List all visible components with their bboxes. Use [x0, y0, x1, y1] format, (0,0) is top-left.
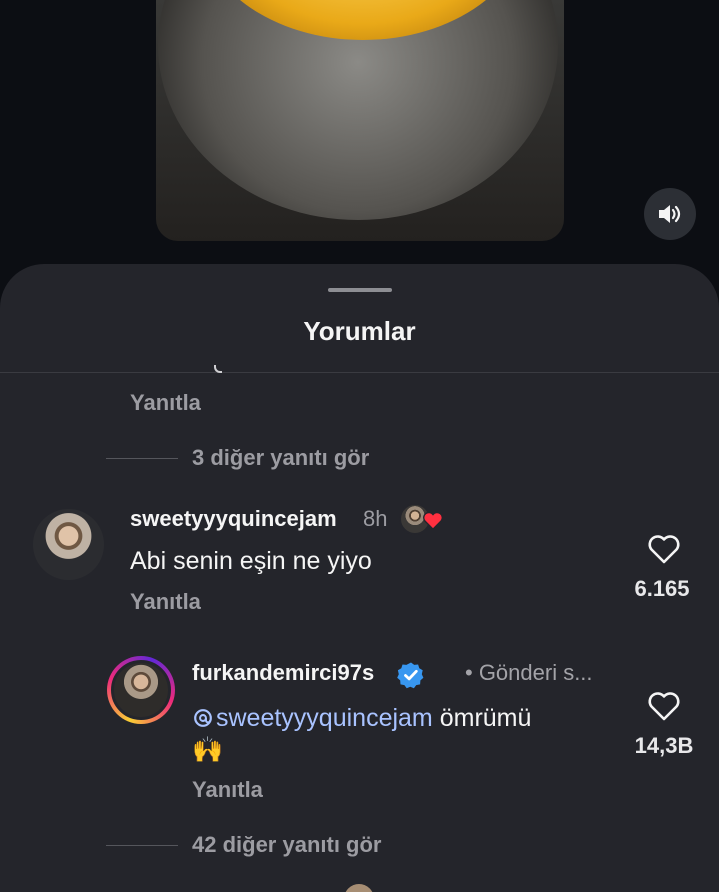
comment-text-rest: ömrümü [432, 704, 532, 732]
mention-username: sweetyyyquincejam [216, 704, 433, 732]
speaker-on-icon [659, 205, 681, 223]
like-count: 14,3B [634, 733, 694, 758]
avatar [111, 660, 171, 720]
post-author-note: • Gönderi s... [465, 660, 593, 685]
view-more-replies-button[interactable]: 42 diğer yanıtı gör [106, 832, 382, 858]
comment-text: sweetyyyquincejam ömrümü [192, 702, 531, 734]
reply-button[interactable]: Yanıtla [192, 777, 263, 803]
like-count: 6.165 [634, 576, 690, 601]
comment-text: Abi senin eşin ne yiyo [130, 547, 372, 575]
comment-emoji: 🙌 [192, 736, 224, 764]
view-more-replies-button[interactable]: 3 diğer yanıtı gör [106, 445, 369, 471]
video-bowl-graphic [158, 0, 558, 220]
sound-toggle-button[interactable] [644, 188, 696, 240]
mention-link[interactable]: sweetyyyquincejam [192, 704, 433, 732]
app-screen: Yorumlar Yanıtla 3 diğer yanıtı gör swee… [0, 0, 719, 892]
heart-outline-icon[interactable] [647, 533, 681, 565]
creator-liked-heart-icon [423, 511, 443, 530]
threads-logo-icon [194, 709, 212, 727]
story-ring-avatar[interactable] [107, 656, 175, 724]
thread-line [106, 457, 178, 459]
sheet-title: Yorumlar [303, 316, 416, 346]
avatar[interactable] [33, 509, 104, 580]
sheet-drag-handle[interactable] [328, 288, 392, 292]
comment-username[interactable]: sweetyyyquincejam [130, 506, 337, 532]
video-egg-mixture [198, 0, 528, 40]
reply-button[interactable]: Yanıtla [130, 589, 201, 615]
view-more-replies-label: 42 diğer yanıtı gör [192, 832, 382, 857]
comment-username[interactable]: furkandemirci97s [192, 660, 374, 686]
comment-timestamp: 8h [363, 506, 388, 531]
video-player[interactable] [156, 0, 564, 241]
sheet-divider [0, 372, 719, 373]
view-more-replies-label: 3 diğer yanıtı gör [192, 445, 370, 470]
thread-line [106, 844, 178, 846]
verified-badge-icon [397, 662, 424, 689]
reply-button[interactable]: Yanıtla [130, 390, 201, 416]
heart-outline-icon[interactable] [647, 690, 681, 722]
comments-sheet [0, 264, 719, 892]
